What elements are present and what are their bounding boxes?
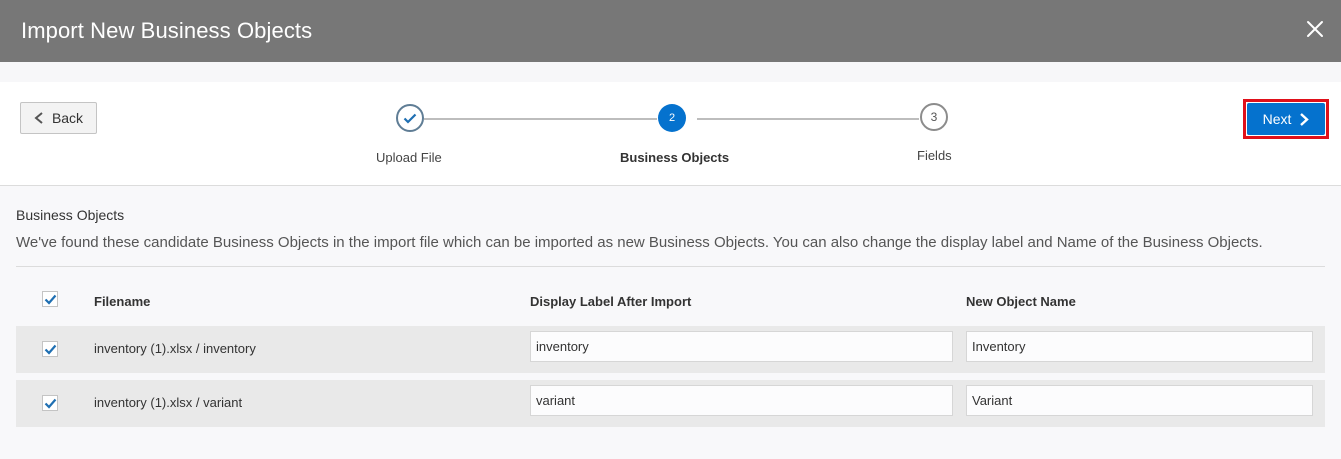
back-button[interactable]: Back (20, 102, 97, 134)
checkmark-icon (44, 398, 56, 409)
row-checkbox[interactable] (42, 395, 58, 411)
column-header-object-name: New Object Name (966, 294, 1076, 309)
dialog-spacer (0, 62, 1341, 82)
row-checkbox[interactable] (42, 341, 58, 357)
wizard-header: Back Next (0, 82, 1341, 186)
object-name-input[interactable] (966, 331, 1313, 362)
step-2-indicator: 2 (658, 104, 686, 132)
step-connector-2 (697, 118, 919, 120)
step-3-number: 3 (930, 110, 938, 124)
column-header-filename: Filename (94, 294, 151, 309)
column-header-display-label: Display Label After Import (530, 294, 692, 309)
back-button-label: Back (51, 110, 84, 126)
dialog-title: Import New Business Objects (21, 18, 313, 43)
section-description: We've found these candidate Business Obj… (16, 234, 1263, 251)
select-all-checkbox[interactable] (42, 291, 58, 307)
step-3-indicator: 3 (920, 103, 948, 131)
checkmark-icon (44, 294, 56, 305)
checkmark-icon (403, 113, 417, 124)
close-icon[interactable] (1305, 19, 1325, 39)
step-2-number: 2 (668, 112, 676, 124)
step-2-label: Business Objects (620, 150, 730, 165)
section-divider (16, 266, 1325, 267)
dialog-title-bar: Import New Business Objects (0, 0, 1341, 62)
table-row: inventory (1).xlsx / inventory (16, 326, 1325, 373)
object-name-input[interactable] (966, 385, 1313, 416)
row-filename: inventory (1).xlsx / variant (94, 395, 243, 410)
step-3-label: Fields (917, 148, 952, 163)
checkmark-icon (44, 344, 56, 355)
step-connector-1 (424, 118, 657, 120)
chevron-left-icon (34, 112, 43, 124)
section-title: Business Objects (16, 207, 125, 223)
row-filename: inventory (1).xlsx / inventory (94, 341, 256, 356)
chevron-right-icon (1300, 112, 1310, 126)
table-row: inventory (1).xlsx / variant (16, 380, 1325, 427)
display-label-input[interactable] (530, 385, 953, 416)
next-button-label: Next (1262, 111, 1292, 127)
display-label-input[interactable] (530, 331, 953, 362)
next-button[interactable]: Next (1247, 103, 1325, 135)
step-1-indicator (396, 104, 424, 132)
step-1-label: Upload File (376, 150, 442, 165)
